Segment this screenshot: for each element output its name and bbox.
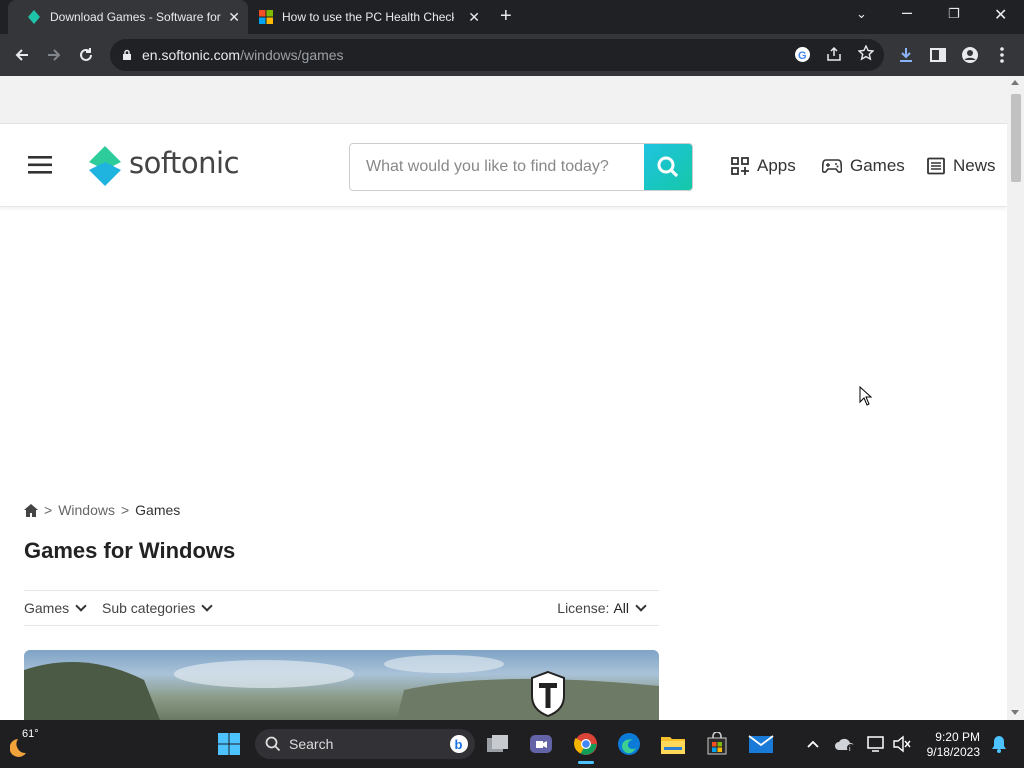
news-icon xyxy=(927,157,945,175)
mouse-cursor-icon xyxy=(859,386,873,406)
breadcrumb-separator: > xyxy=(44,502,53,518)
nav-apps-label: Apps xyxy=(757,156,796,175)
file-explorer-icon[interactable] xyxy=(657,728,689,760)
taskbar-clock[interactable]: 9:20 PM 9/18/2023 xyxy=(918,730,980,760)
menu-kebab-icon[interactable] xyxy=(986,34,1018,76)
clock-date: 9/18/2023 xyxy=(926,745,980,759)
lock-icon[interactable] xyxy=(122,49,132,61)
close-window-icon[interactable]: ✕ xyxy=(994,5,1007,25)
nav-news-label: News xyxy=(953,156,996,175)
forward-icon[interactable] xyxy=(38,34,70,76)
minimize-icon[interactable]: – xyxy=(902,2,912,23)
side-panel-icon[interactable] xyxy=(922,34,954,76)
tab-search-icon[interactable]: ⌄ xyxy=(856,6,867,22)
task-view-icon[interactable] xyxy=(482,728,514,760)
chevron-down-icon xyxy=(201,600,214,612)
volume-muted-icon[interactable] xyxy=(886,728,918,760)
clock-time: 9:20 PM xyxy=(935,730,980,744)
subcategories-label: Sub categories xyxy=(102,600,196,616)
site-header: softonic Apps Games News xyxy=(0,124,1007,207)
reload-icon[interactable] xyxy=(70,34,102,76)
featured-game-banner[interactable] xyxy=(24,650,659,720)
profile-icon[interactable] xyxy=(954,34,986,76)
chrome-taskbar-icon[interactable] xyxy=(570,728,602,760)
browser-tab-strip: Download Games - Software for ✕ How to u… xyxy=(0,0,1024,34)
search-box xyxy=(349,143,693,191)
url-host: en.softonic.com xyxy=(142,47,241,63)
taskbar-search-box[interactable]: Search b xyxy=(255,729,475,759)
notification-bell-icon[interactable] xyxy=(983,728,1015,760)
softonic-logo-icon[interactable] xyxy=(87,146,123,191)
scrollbar-thumb[interactable] xyxy=(1011,94,1021,182)
home-icon[interactable] xyxy=(24,503,38,517)
bing-icon[interactable]: b xyxy=(449,734,469,754)
microsoft-store-icon[interactable] xyxy=(701,728,733,760)
nav-games[interactable]: Games xyxy=(822,156,905,176)
logo-text[interactable]: softonic xyxy=(129,146,240,180)
ad-banner xyxy=(0,76,1007,124)
tab-title: How to use the PC Health Check xyxy=(282,10,454,24)
nav-news[interactable]: News xyxy=(927,156,996,176)
search-input[interactable] xyxy=(350,144,646,190)
url-path: /windows/games xyxy=(240,47,344,63)
windows-start-icon[interactable] xyxy=(213,728,245,760)
softonic-favicon-icon xyxy=(28,10,40,24)
bookmark-star-icon[interactable] xyxy=(857,44,875,64)
games-filter-label: Games xyxy=(24,600,70,616)
mail-icon[interactable] xyxy=(745,728,777,760)
chevron-down-icon xyxy=(635,600,647,612)
search-icon xyxy=(265,736,281,752)
share-icon[interactable] xyxy=(826,46,842,65)
edge-icon[interactable] xyxy=(613,728,645,760)
subcategories-dropdown[interactable]: Sub categories xyxy=(102,600,214,616)
breadcrumb-separator: > xyxy=(120,502,130,518)
breadcrumb-games: Games xyxy=(135,502,181,518)
close-tab-icon[interactable]: ✕ xyxy=(468,9,480,26)
filter-bar: Games Sub categories License: All xyxy=(24,590,659,626)
license-dropdown[interactable]: License: All xyxy=(557,600,647,616)
page-scrollbar[interactable] xyxy=(1007,76,1024,720)
world-of-tanks-logo-icon xyxy=(531,670,565,718)
active-app-indicator xyxy=(578,761,594,764)
address-bar[interactable]: en.softonic.com/windows/games G xyxy=(110,39,884,71)
license-value: All xyxy=(613,600,629,616)
breadcrumb: > Windows > Games xyxy=(24,502,180,518)
games-filter-dropdown[interactable]: Games xyxy=(24,600,87,616)
weather-temperature: 61° xyxy=(22,728,39,740)
download-icon[interactable] xyxy=(890,34,922,76)
search-button[interactable] xyxy=(644,144,692,190)
show-hidden-icons-chevron-icon[interactable] xyxy=(797,728,829,760)
svg-text:G: G xyxy=(798,50,807,62)
weather-widget[interactable]: 61° xyxy=(8,726,48,762)
gamepad-icon xyxy=(822,159,842,173)
hamburger-menu-icon[interactable] xyxy=(28,156,52,179)
nav-apps[interactable]: Apps xyxy=(731,156,796,176)
microsoft-favicon-icon xyxy=(259,10,273,24)
tab-title: Download Games - Software for xyxy=(50,10,221,24)
chevron-down-icon xyxy=(75,600,87,612)
back-icon[interactable] xyxy=(6,34,38,76)
page-title: Games for Windows xyxy=(24,538,236,563)
breadcrumb-windows[interactable]: Windows xyxy=(58,502,115,518)
apps-grid-icon xyxy=(731,157,749,175)
search-icon xyxy=(657,156,679,178)
restore-icon[interactable]: ❐ xyxy=(948,6,960,22)
google-lens-icon[interactable]: G xyxy=(794,46,811,66)
taskbar-search-label: Search xyxy=(289,736,334,752)
nav-games-label: Games xyxy=(850,156,905,175)
tab-pc-health-check[interactable]: How to use the PC Health Check ✕ xyxy=(248,0,488,34)
svg-text:b: b xyxy=(455,737,463,752)
license-label: License: xyxy=(557,600,610,616)
onedrive-sync-icon[interactable]: i xyxy=(829,728,861,760)
scroll-down-arrow-icon[interactable] xyxy=(1011,710,1019,715)
scroll-up-arrow-icon[interactable] xyxy=(1011,80,1019,85)
tab-softonic[interactable]: Download Games - Software for ✕ xyxy=(8,0,248,34)
page-viewport: softonic Apps Games News xyxy=(0,76,1024,720)
teams-meet-icon[interactable] xyxy=(525,728,557,760)
new-tab-button[interactable]: + xyxy=(500,5,512,28)
close-tab-icon[interactable]: ✕ xyxy=(228,9,240,26)
